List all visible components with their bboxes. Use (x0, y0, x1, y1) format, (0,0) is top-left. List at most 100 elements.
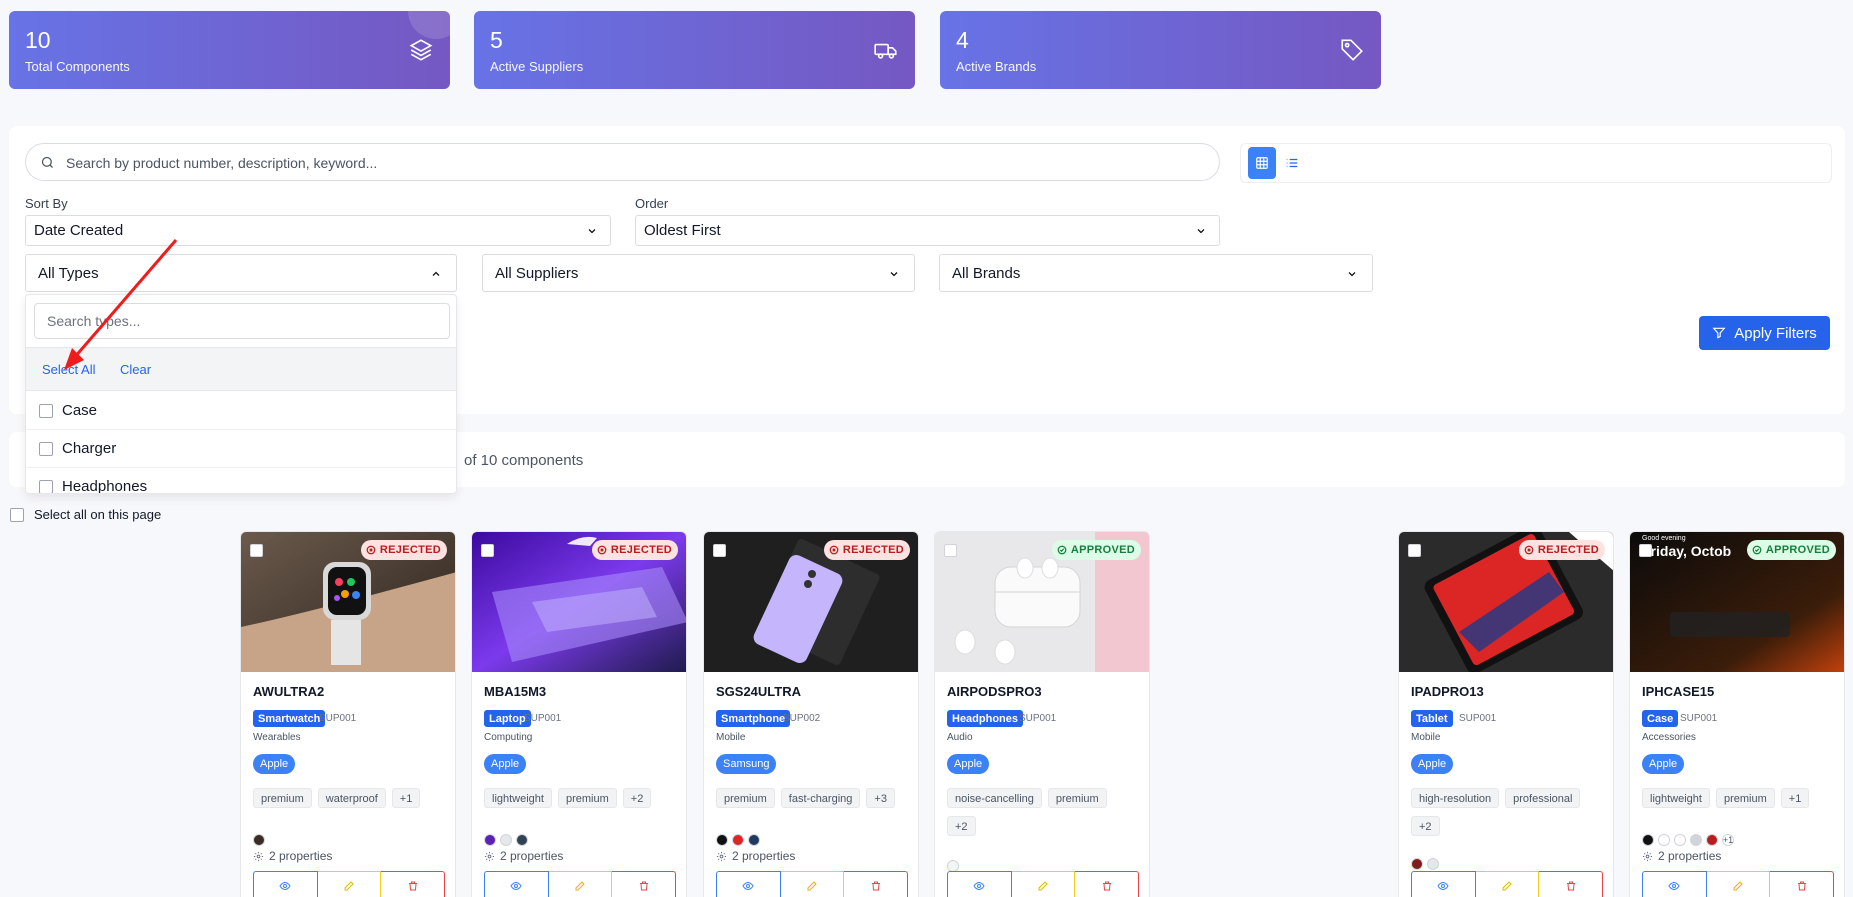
stat-label: Active Suppliers (490, 59, 584, 74)
tag: fast-charging (780, 788, 861, 808)
category: Wearables (253, 732, 301, 743)
stat-card-active-brands: 4 Active Brands (940, 11, 1381, 89)
status-badge: REJECTED (1518, 540, 1605, 560)
edit-button[interactable] (548, 871, 613, 897)
tag: premium (1047, 788, 1107, 808)
category: Audio (947, 732, 973, 743)
card-checkbox[interactable] (944, 544, 957, 557)
tag: premium (557, 788, 617, 808)
screen-greeting: Good evening (1642, 535, 1686, 542)
edit-button[interactable] (1011, 871, 1076, 897)
component-card-mba15m3[interactable]: REJECTED MBA15M3 Laptop SUP001 Computing… (471, 531, 687, 897)
delete-button[interactable] (612, 871, 677, 897)
component-card-iphcase15[interactable]: Good evening Friday, Octob APPROVED IPHC… (1629, 531, 1845, 897)
suppliers-filter-dropdown[interactable]: All Suppliers (482, 254, 915, 292)
card-checkbox[interactable] (1408, 544, 1421, 557)
component-card-sgs24ultra[interactable]: REJECTED SGS24ULTRA Smartphone SUP002 Mo… (703, 531, 919, 897)
color-swatches (253, 834, 265, 846)
view-button[interactable] (484, 871, 549, 897)
types-search-input[interactable] (47, 313, 437, 329)
color-swatch (716, 834, 728, 846)
delete-button[interactable] (1539, 871, 1604, 897)
tag: noise-cancelling (947, 788, 1042, 808)
color-swatch (1642, 834, 1654, 846)
color-swatch (253, 834, 265, 846)
select-all-types-link[interactable]: Select All (42, 362, 95, 377)
brand-pill: Samsung (716, 754, 777, 774)
type-option-checkbox[interactable] (39, 480, 53, 493)
tag-list: premium waterproof +1 (253, 788, 449, 816)
apply-filters-button[interactable]: Apply Filters (1699, 316, 1830, 350)
card-checkbox[interactable] (481, 544, 494, 557)
order-select[interactable]: Oldest First (635, 215, 1220, 246)
edit-button[interactable] (780, 871, 845, 897)
delete-button[interactable] (1770, 871, 1835, 897)
properties-count: 2 properties (269, 849, 333, 863)
order-label: Order (635, 196, 669, 211)
tag-list: noise-cancelling premium +2 (947, 788, 1143, 844)
card-checkbox[interactable] (713, 544, 726, 557)
edit-button[interactable] (317, 871, 382, 897)
card-actions (1642, 871, 1835, 897)
layers-icon (409, 39, 433, 61)
component-card-ipadpro13[interactable]: REJECTED IPADPRO13 Tablet SUP001 Mobile … (1398, 531, 1614, 897)
status-badge: REJECTED (591, 540, 678, 560)
component-card-airpodspro3[interactable]: APPROVED AIRPODSPRO3 Headphones SUP001 A… (934, 531, 1150, 897)
list-icon (1286, 158, 1298, 168)
type-pill: Case (1642, 710, 1679, 727)
search-input[interactable] (66, 152, 1196, 174)
grid-view-button[interactable] (1248, 147, 1276, 179)
view-button[interactable] (1411, 871, 1476, 897)
search-icon (41, 156, 53, 168)
tag: high-resolution (1411, 788, 1500, 808)
brands-filter-dropdown[interactable]: All Brands (939, 254, 1373, 292)
card-actions (253, 871, 446, 897)
brands-filter-value: All Brands (952, 265, 1021, 282)
delete-button[interactable] (381, 871, 446, 897)
view-button[interactable] (1642, 871, 1707, 897)
edit-button[interactable] (1475, 871, 1540, 897)
supplier-code: SUP001 (524, 713, 562, 724)
type-option-checkbox[interactable] (39, 404, 53, 418)
status-text: APPROVED (1765, 544, 1830, 556)
types-filter-dropdown[interactable]: All Types (25, 254, 457, 292)
check-circle-icon (1752, 545, 1762, 555)
type-option-headphones[interactable]: Headphones (26, 468, 456, 493)
type-option-checkbox[interactable] (39, 442, 53, 456)
delete-button[interactable] (844, 871, 909, 897)
select-all-checkbox[interactable] (10, 507, 24, 522)
view-button[interactable] (947, 871, 1012, 897)
sort-by-select[interactable]: Date Created (25, 215, 611, 246)
component-code: SGS24ULTRA (716, 684, 801, 699)
color-swatch (1658, 834, 1670, 846)
color-swatch (1674, 834, 1686, 846)
screen-date: Friday, Octob (1642, 543, 1731, 559)
view-button[interactable] (716, 871, 781, 897)
color-swatches (716, 834, 760, 846)
status-text: REJECTED (1537, 544, 1599, 556)
view-button[interactable] (253, 871, 318, 897)
tag: lightweight (1642, 788, 1710, 808)
status-badge: REJECTED (360, 540, 447, 560)
types-dropdown-menu: Select All Clear Case Charger Headphones (25, 294, 457, 494)
check-circle-icon (1057, 545, 1067, 555)
type-option-case[interactable]: Case (26, 392, 456, 430)
card-checkbox[interactable] (250, 544, 263, 557)
status-badge: REJECTED (823, 540, 910, 560)
x-circle-icon (829, 545, 839, 555)
filter-icon (1712, 327, 1726, 339)
stat-label: Active Brands (956, 59, 1037, 74)
select-all-page[interactable]: Select all on this page (10, 507, 161, 522)
brand-pill: Apple (1642, 754, 1685, 774)
trash-icon (1566, 881, 1575, 891)
eye-icon (1668, 881, 1680, 891)
component-card-awultra2[interactable]: REJECTED AWULTRA2 Smartwatch SUP001 Wear… (240, 531, 456, 897)
type-option-charger[interactable]: Charger (26, 430, 456, 468)
list-view-button[interactable] (1278, 147, 1306, 179)
clear-types-link[interactable]: Clear (120, 362, 151, 377)
delete-button[interactable] (1075, 871, 1140, 897)
type-pill: Tablet (1411, 710, 1453, 727)
edit-button[interactable] (1706, 871, 1771, 897)
card-checkbox[interactable] (1639, 544, 1652, 557)
search-bar (25, 143, 1220, 181)
